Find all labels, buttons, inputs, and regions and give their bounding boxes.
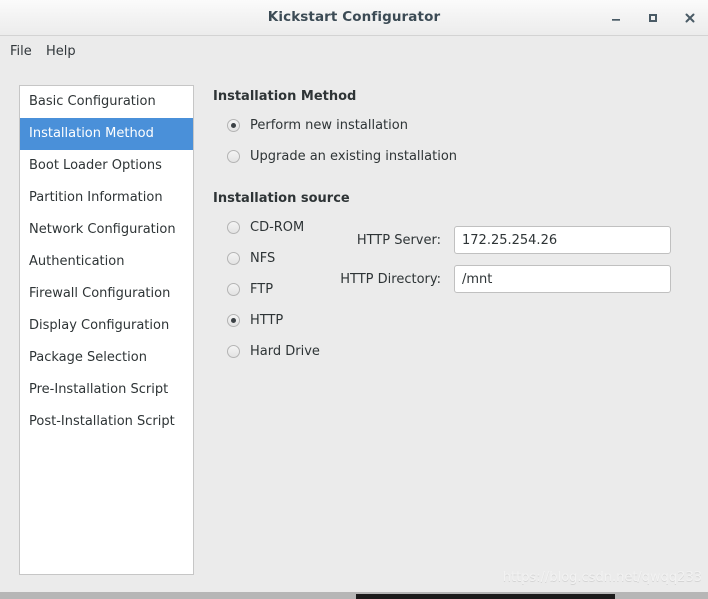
radio-source-ftp[interactable]: FTP [227,282,273,297]
sidebar-item-installation-method[interactable]: Installation Method [20,118,193,150]
radio-label: FTP [250,282,274,297]
radio-indicator [227,283,240,296]
radio-label: NFS [250,251,276,266]
radio-upgrade-existing-installation[interactable]: Upgrade an existing installation [227,149,457,164]
sidebar-item-boot-loader-options[interactable]: Boot Loader Options [20,150,193,182]
menu-item-file[interactable]: File [6,43,36,60]
sidebar-item-display-configuration[interactable]: Display Configuration [20,310,193,342]
radio-perform-new-installation[interactable]: Perform new installation [227,118,408,133]
kickstart-configurator-window: Kickstart Configurator File Help Basic C… [0,0,708,599]
radio-source-nfs[interactable]: NFS [227,251,275,266]
minimize-icon[interactable] [606,8,626,28]
sidebar-item-basic-configuration[interactable]: Basic Configuration [20,86,193,118]
radio-indicator [227,119,240,132]
radio-indicator [227,221,240,234]
radio-source-http[interactable]: HTTP [227,313,283,328]
sidebar-item-firewall-configuration[interactable]: Firewall Configuration [20,278,193,310]
radio-label: HTTP [250,313,284,328]
menu-bar: File Help [0,36,708,67]
title-bar: Kickstart Configurator [0,0,708,36]
http-server-input[interactable] [454,226,671,254]
window-title: Kickstart Configurator [267,9,441,25]
http-directory-label: HTTP Directory: [340,272,441,287]
installation-source-heading: Installation source [213,191,350,206]
radio-indicator [227,252,240,265]
maximize-icon[interactable] [643,8,663,28]
installation-method-heading: Installation Method [213,89,357,104]
radio-label: Hard Drive [250,344,320,359]
close-icon[interactable] [680,8,700,28]
radio-source-hard-drive[interactable]: Hard Drive [227,344,320,359]
sidebar-item-package-selection[interactable]: Package Selection [20,342,193,374]
main-content-pane: Installation Method Perform new installa… [213,85,693,575]
sidebar-navigation-list: Basic Configuration Installation Method … [19,85,194,575]
window-controls [606,0,700,36]
radio-indicator [227,150,240,163]
radio-indicator [227,345,240,358]
radio-label: Upgrade an existing installation [250,149,458,164]
radio-label: Perform new installation [250,118,408,133]
menu-item-help[interactable]: Help [42,43,80,60]
taskbar-sliver [356,594,615,599]
sidebar-item-post-installation-script[interactable]: Post-Installation Script [20,406,193,438]
sidebar-item-pre-installation-script[interactable]: Pre-Installation Script [20,374,193,406]
sidebar-item-network-configuration[interactable]: Network Configuration [20,214,193,246]
http-server-label: HTTP Server: [356,233,441,248]
radio-indicator [227,314,240,327]
sidebar-item-authentication[interactable]: Authentication [20,246,193,278]
sidebar-item-partition-information[interactable]: Partition Information [20,182,193,214]
http-directory-input[interactable] [454,265,671,293]
